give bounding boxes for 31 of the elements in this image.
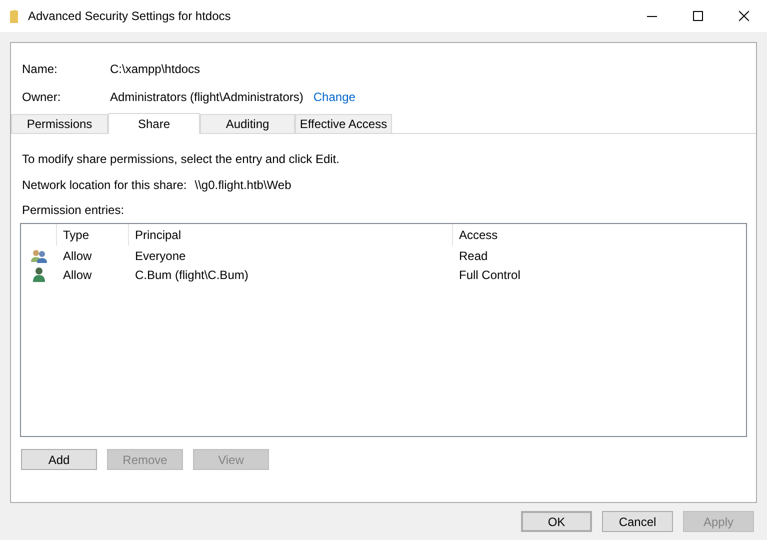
- ok-button[interactable]: OK: [521, 511, 592, 532]
- users-icon: [31, 248, 47, 262]
- folder-icon: [10, 10, 18, 22]
- table-cell-text: C.Bum (flight\C.Bum): [134, 266, 250, 284]
- network-location-label: Network location for this share:: [22, 177, 187, 192]
- column-header[interactable]: Principal: [129, 224, 453, 246]
- maximize-icon: [693, 11, 703, 21]
- tab[interactable]: Auditing: [200, 114, 295, 133]
- instructions-text: To modify share permissions, select the entry and click Edit.: [22, 151, 340, 166]
- column-header[interactable]: Type: [57, 224, 129, 246]
- network-location-value: \\g0.flight.htb\Web: [194, 177, 292, 192]
- owner-value: Administrators (flight\Administrators): [110, 89, 304, 106]
- name-value: C:\xampp\htdocs: [110, 61, 200, 78]
- cancel-button[interactable]: Cancel: [602, 511, 673, 532]
- add-button[interactable]: Add: [21, 449, 97, 470]
- close-icon: [739, 11, 749, 21]
- tab[interactable]: Effective Access: [295, 114, 392, 133]
- tab[interactable]: Permissions: [11, 114, 108, 133]
- permission-entries-label: Permission entries:: [22, 202, 126, 217]
- user-icon: [33, 267, 45, 282]
- name-label: Name:: [22, 61, 58, 78]
- table-cell-text: Full Control: [458, 266, 522, 284]
- tab[interactable]: Share: [108, 113, 200, 134]
- change-link[interactable]: Change: [313, 88, 356, 106]
- owner-label: Owner:: [22, 89, 62, 106]
- table-cell-text: Everyone: [134, 248, 187, 264]
- table-cell-text: Allow: [62, 248, 93, 264]
- column-header[interactable]: Access: [453, 224, 746, 246]
- window-title: Advanced Security Settings for htdocs: [28, 8, 231, 25]
- table-cell-text: Allow: [62, 266, 93, 284]
- table-cell-text: Read: [458, 248, 489, 264]
